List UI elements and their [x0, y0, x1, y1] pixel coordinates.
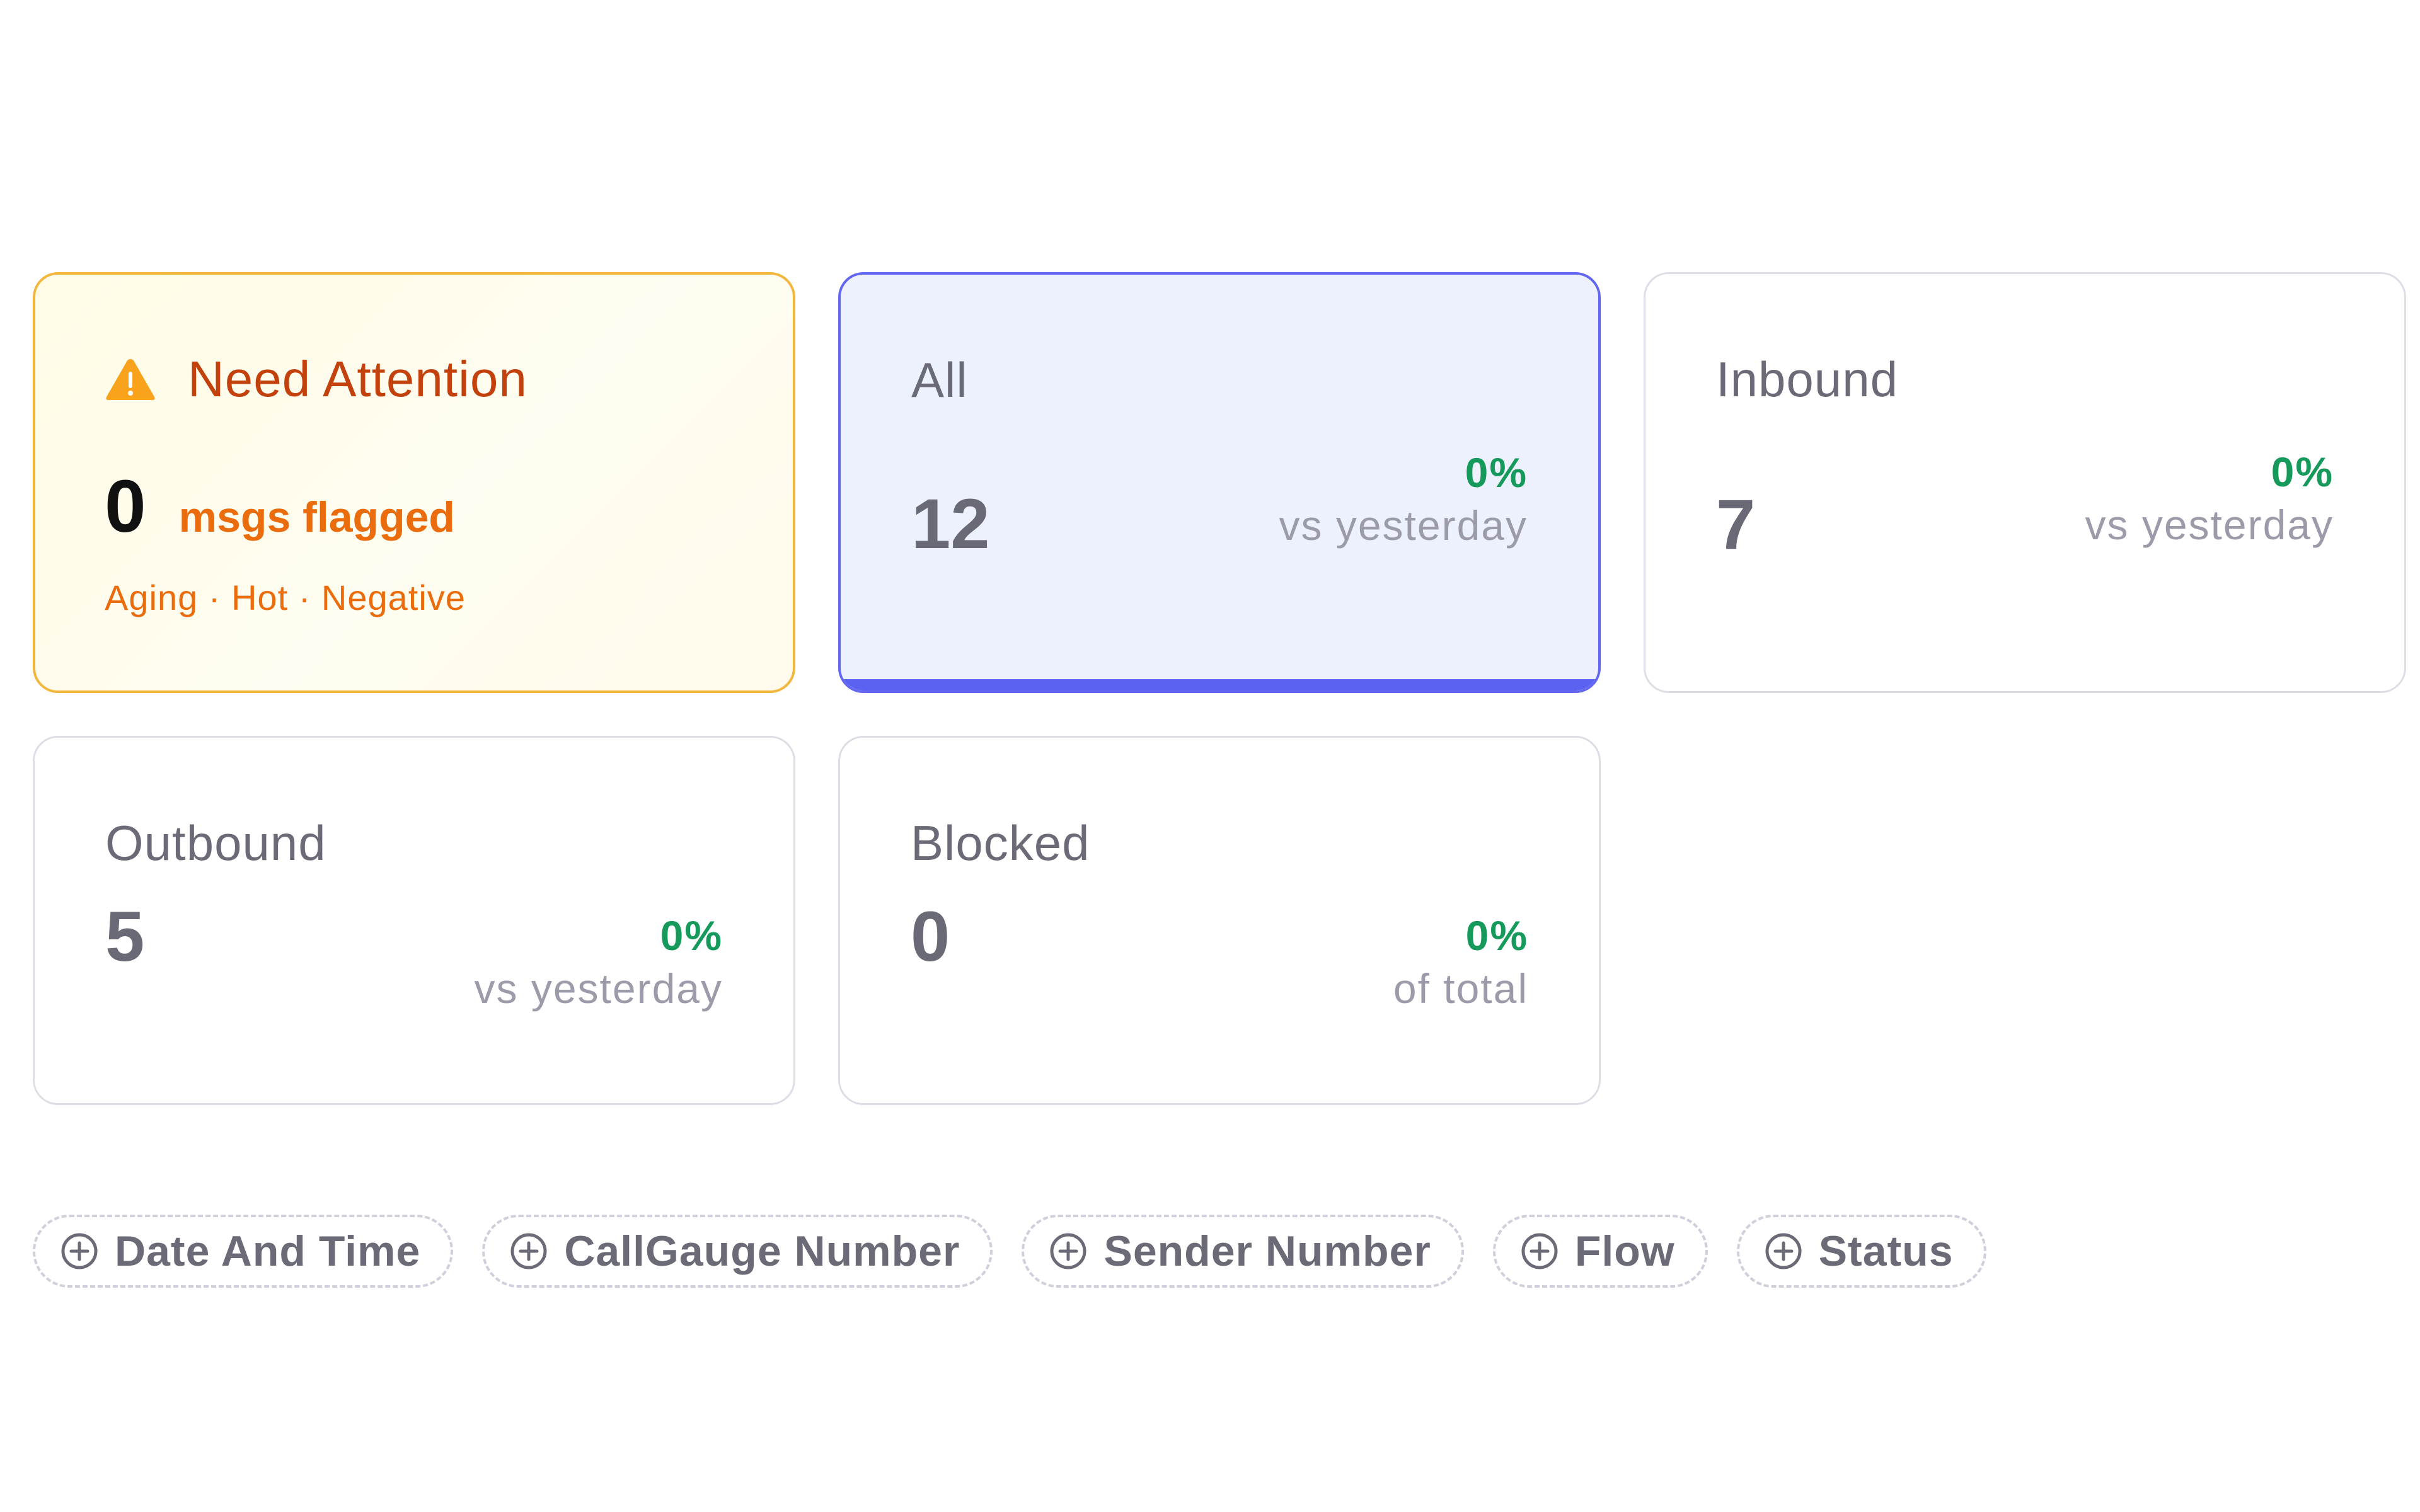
stat-card-delta: 0% vs yesterday	[475, 912, 723, 1012]
delta-percent: 0%	[660, 912, 723, 959]
stat-card-delta: 0% of total	[1393, 912, 1528, 1012]
filter-chip-bar: Date And Time CallGauge Number Sender Nu…	[33, 1215, 1986, 1288]
plus-circle-icon	[1765, 1233, 1802, 1269]
filter-chip-label: Sender Number	[1103, 1227, 1431, 1275]
delta-percent: 0%	[2271, 449, 2334, 495]
stat-card-title: Inbound	[1716, 352, 1898, 407]
filter-chip-flow[interactable]: Flow	[1492, 1215, 1708, 1288]
stat-card-all[interactable]: All 12 0% vs yesterday	[838, 272, 1601, 693]
delta-label: of total	[1393, 965, 1528, 1012]
filter-chip-label: CallGauge Number	[564, 1227, 960, 1275]
need-attention-card[interactable]: Need Attention 0 msgs flagged Aging · Ho…	[33, 272, 795, 693]
delta-percent: 0%	[1465, 449, 1528, 496]
delta-label: vs yesterday	[2085, 501, 2334, 548]
stat-card-title: Outbound	[105, 815, 326, 871]
stat-card-inbound[interactable]: Inbound 7 0% vs yesterday	[1644, 272, 2406, 693]
stat-card-outbound[interactable]: Outbound 5 0% vs yesterday	[33, 736, 795, 1105]
filter-chip-date-and-time[interactable]: Date And Time	[33, 1215, 454, 1288]
warning-triangle-icon	[106, 359, 155, 400]
filter-chip-label: Status	[1818, 1227, 1954, 1275]
plus-circle-icon	[1521, 1233, 1558, 1269]
plus-circle-icon	[510, 1233, 547, 1269]
stat-card-value: 7	[1716, 485, 1756, 564]
stat-card-title: All	[911, 352, 968, 408]
selected-indicator-bar	[841, 679, 1598, 690]
attention-tags: Aging · Hot · Negative	[105, 578, 466, 617]
flagged-label: msgs flagged	[178, 493, 455, 541]
stat-card-blocked[interactable]: Blocked 0 0% of total	[838, 736, 1601, 1105]
filter-chip-callgauge-number[interactable]: CallGauge Number	[482, 1215, 993, 1288]
filter-chip-sender-number[interactable]: Sender Number	[1022, 1215, 1464, 1288]
stats-grid: Need Attention 0 msgs flagged Aging · Ho…	[33, 272, 2406, 1105]
need-attention-header: Need Attention	[105, 350, 527, 408]
delta-label: vs yesterday	[1279, 502, 1528, 549]
stat-card-title: Blocked	[911, 815, 1090, 871]
delta-percent: 0%	[1465, 912, 1528, 959]
flagged-count-row: 0 msgs flagged	[105, 464, 455, 549]
need-attention-title: Need Attention	[188, 351, 527, 407]
filter-chip-label: Date And Time	[115, 1227, 421, 1275]
filter-chip-label: Flow	[1574, 1227, 1675, 1275]
filter-chip-status[interactable]: Status	[1736, 1215, 1986, 1288]
delta-label: vs yesterday	[474, 965, 723, 1012]
stat-card-delta: 0% vs yesterday	[1279, 449, 1528, 549]
plus-circle-icon	[61, 1233, 98, 1269]
stat-card-value: 0	[911, 897, 950, 976]
plus-circle-icon	[1050, 1233, 1086, 1269]
stat-card-value: 12	[911, 484, 990, 563]
flagged-count: 0	[105, 465, 146, 548]
stat-card-delta: 0% vs yesterday	[2085, 448, 2334, 549]
stat-card-value: 5	[105, 897, 145, 976]
